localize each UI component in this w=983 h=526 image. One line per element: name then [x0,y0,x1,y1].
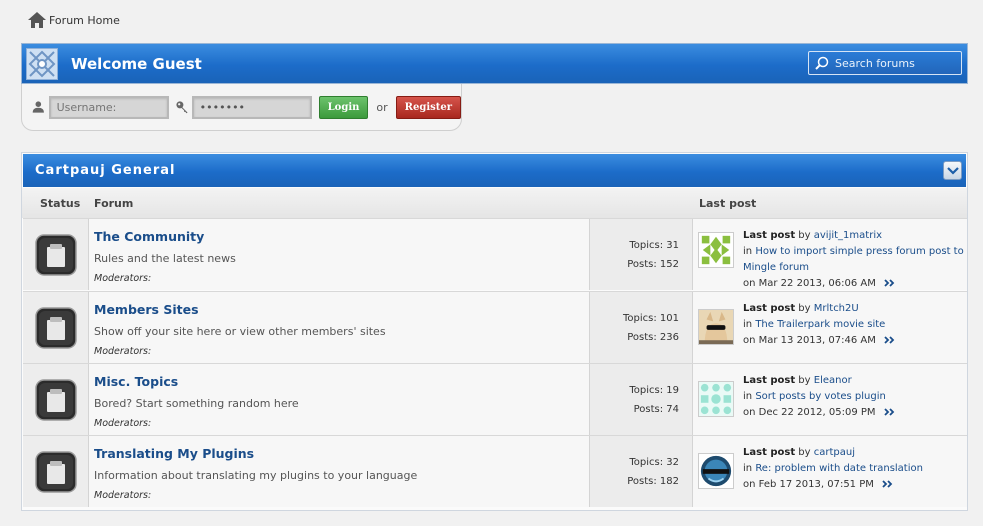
group-title[interactable]: Cartpauj General [35,163,175,178]
forum-description: Bored? Start something random here [94,397,299,410]
login-button[interactable]: Login [318,95,369,119]
last-post-author-link[interactable]: Mrltch2U [814,303,859,314]
avatar[interactable] [698,232,734,268]
breadcrumb-home-link[interactable]: Forum Home [49,14,120,27]
posts-count: Posts: 182 [627,475,679,487]
header-status: Status [40,197,81,210]
home-icon[interactable] [27,11,47,29]
or-text: or [376,100,388,114]
login-box: Login or Register [21,84,462,131]
forum-description: Rules and the latest news [94,252,236,265]
double-chevron-right-icon[interactable] [882,480,893,488]
forum-title-link[interactable]: The Community [94,229,589,244]
forum-row: Translating My Plugins Information about… [23,435,967,507]
posts-count: Posts: 236 [627,331,679,343]
posts-count: Posts: 152 [627,258,679,270]
last-post-date: on Dec 22 2012, 05:09 PM [743,407,876,418]
last-post-date: on Feb 17 2013, 07:51 PM [743,479,874,490]
last-post-topic-link[interactable]: The Trailerpark movie site [755,319,885,330]
last-post-topic-link[interactable]: Sort posts by votes plugin [755,391,886,402]
header-last-post: Last post [699,197,757,210]
topics-count: Topics: 31 [629,239,679,251]
group-header: Cartpauj General [23,154,966,187]
forum-status-icon [34,306,77,349]
double-chevron-right-icon[interactable] [883,408,895,416]
breadcrumb: Forum Home [27,11,120,29]
forum-title-link[interactable]: Members Sites [94,302,589,317]
topics-count: Topics: 19 [629,384,679,396]
key-icon [176,101,188,114]
last-post-cell: Last post by Mrltch2U in The Trailerpark… [693,292,967,363]
last-post-topic-link[interactable]: How to import simple press forum post to [755,246,963,257]
forum-row: Misc. Topics Bored? Start something rand… [23,363,967,435]
forum-group: Cartpauj General Status Forum Last post … [21,152,968,511]
last-post-date: on Mar 22 2013, 06:06 AM [743,278,876,289]
forum-moderators: Moderators: [94,490,152,501]
welcome-bar: Welcome Guest [21,43,968,84]
last-post-author-link[interactable]: cartpauj [814,447,855,458]
register-button[interactable]: Register [395,95,461,119]
forum-row: The Community Rules and the latest news … [23,218,967,290]
forum-description: Information about translating my plugins… [94,469,418,482]
forum-status-icon [34,233,77,276]
double-chevron-right-icon[interactable] [884,336,895,344]
search-icon [815,56,829,70]
username-input[interactable] [48,95,169,119]
double-chevron-right-icon[interactable] [884,279,895,287]
last-post-date: on Mar 13 2013, 07:46 AM [743,335,876,346]
forum-moderators: Moderators: [94,418,152,429]
forum-description: Show off your site here or view other me… [94,325,386,338]
avatar[interactable] [698,453,734,489]
search-input[interactable] [835,56,955,70]
user-icon [32,101,44,113]
column-headers: Status Forum Last post [22,188,967,218]
last-post-cell: Last post by Eleanor in Sort posts by vo… [693,364,967,435]
forum-row: Members Sites Show off your site here or… [23,291,967,363]
forum-title-link[interactable]: Misc. Topics [94,374,589,389]
forum-status-icon [34,450,77,493]
avatar[interactable] [698,309,734,345]
posts-count: Posts: 74 [633,403,679,415]
last-post-author-link[interactable]: avijit_1matrix [814,230,882,241]
topics-count: Topics: 101 [623,312,679,324]
search-box[interactable] [808,51,962,75]
welcome-title: Welcome Guest [71,54,202,73]
forum-title-link[interactable]: Translating My Plugins [94,446,589,461]
last-post-cell: Last post by avijit_1matrix in How to im… [693,219,967,290]
header-forum: Forum [94,197,134,210]
last-post-cell: Last post by cartpauj in Re: problem wit… [693,436,967,507]
last-post-topic-link-cont[interactable]: Mingle forum [743,262,809,273]
site-logo-icon [26,47,58,80]
collapse-button[interactable] [943,161,962,180]
avatar[interactable] [698,381,734,417]
last-post-topic-link[interactable]: Re: problem with date translation [755,463,923,474]
forum-moderators: Moderators: [94,273,152,284]
last-post-author-link[interactable]: Eleanor [814,375,852,386]
chevron-down-icon [946,166,959,175]
forum-moderators: Moderators: [94,346,152,357]
forum-status-icon [34,378,77,421]
password-input[interactable] [191,95,312,119]
topics-count: Topics: 32 [629,456,679,468]
